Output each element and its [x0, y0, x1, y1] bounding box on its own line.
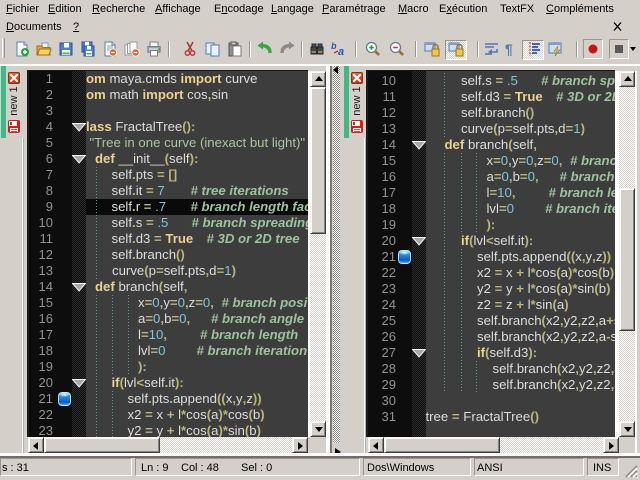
svg-text:a: a — [338, 46, 344, 57]
svg-text:¶: ¶ — [505, 41, 513, 57]
svg-text:b: b — [331, 41, 337, 51]
